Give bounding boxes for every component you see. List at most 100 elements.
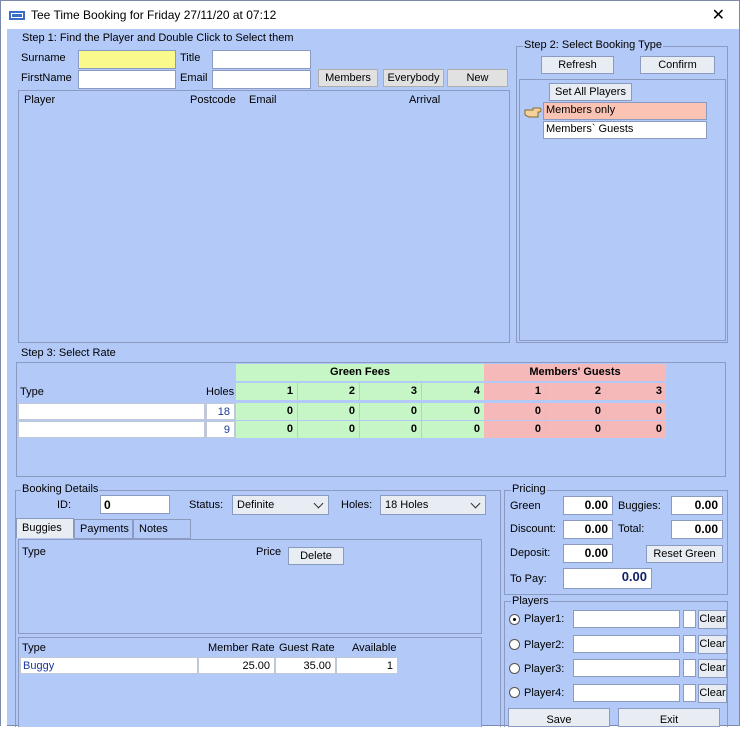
player3-label: Player3: [524, 663, 565, 675]
status-select[interactable]: Definite [232, 495, 329, 515]
left-window-edge [1, 29, 7, 727]
reset-green-button[interactable]: Reset Green [646, 545, 723, 563]
holes-select[interactable]: 18 Holes [380, 495, 486, 515]
player1-lookup[interactable] [683, 610, 696, 628]
rates-row-member-rate[interactable]: 25.00 [198, 657, 275, 674]
booking-type-members-guests[interactable]: Members` Guests [543, 121, 707, 139]
deposit-value[interactable]: 0.00 [563, 544, 613, 563]
player2-field[interactable] [573, 635, 680, 653]
player-list[interactable]: Player Postcode Email Arrival [18, 90, 510, 343]
green-label: Green [510, 500, 541, 512]
confirm-button[interactable]: Confirm [640, 56, 715, 74]
rate-row-type[interactable] [18, 403, 205, 420]
green-col-2: 2 [298, 383, 359, 400]
rate-green-4[interactable]: 0 [422, 403, 484, 420]
player1-clear-button[interactable]: Clear [698, 610, 727, 629]
surname-label: Surname [21, 52, 66, 64]
refresh-button[interactable]: Refresh [541, 56, 614, 74]
rate-green-2[interactable]: 0 [298, 421, 359, 438]
rates-guest-rate-header: Guest Rate [279, 642, 335, 654]
step1-legend: Step 1: Find the Player and Double Click… [22, 32, 294, 44]
player3-radio[interactable] [509, 663, 520, 674]
rate-green-1[interactable]: 0 [236, 403, 297, 420]
green-fees-header: Green Fees [236, 364, 484, 381]
col-arrival[interactable]: Arrival [409, 94, 440, 106]
holes-header: Holes [206, 386, 235, 398]
save-button[interactable]: Save [508, 708, 610, 727]
player1-field[interactable] [573, 610, 680, 628]
rates-row-available[interactable]: 1 [336, 657, 398, 674]
firstname-label: FirstName [21, 72, 72, 84]
green-col-4: 4 [422, 383, 484, 400]
buggy-bookings-list[interactable]: Type Price Delete [18, 539, 482, 634]
rate-green-4[interactable]: 0 [422, 421, 484, 438]
player2-label: Player2: [524, 639, 565, 651]
col-email[interactable]: Email [249, 94, 277, 106]
player2-lookup[interactable] [683, 635, 696, 653]
col-player[interactable]: Player [24, 94, 55, 106]
tab-notes[interactable]: Notes [133, 519, 191, 539]
player4-clear-button[interactable]: Clear [698, 684, 727, 703]
rate-guest-3[interactable]: 0 [606, 403, 666, 420]
new-button[interactable]: New [447, 69, 508, 87]
set-all-players-button[interactable]: Set All Players [549, 83, 632, 101]
status-value: Definite [237, 499, 275, 511]
rate-guest-2[interactable]: 0 [546, 421, 605, 438]
rate-guest-1[interactable]: 0 [484, 403, 545, 420]
title-input[interactable] [212, 50, 311, 69]
members-button[interactable]: Members [318, 69, 378, 87]
player4-field[interactable] [573, 684, 680, 702]
rate-row-holes[interactable]: 9 [206, 421, 235, 438]
player2-clear-button[interactable]: Clear [698, 635, 727, 654]
discount-value[interactable]: 0.00 [563, 520, 613, 539]
delete-button[interactable]: Delete [288, 547, 344, 565]
player4-radio[interactable] [509, 687, 520, 698]
title-label: Title [180, 52, 201, 64]
chevron-down-icon [313, 498, 324, 509]
total-label: Total: [618, 523, 645, 535]
exit-button[interactable]: Exit [618, 708, 720, 727]
chevron-down-icon [470, 498, 481, 509]
rate-guest-3[interactable]: 0 [606, 421, 666, 438]
booking-id-field[interactable]: 0 [100, 495, 170, 514]
rate-guest-2[interactable]: 0 [546, 403, 605, 420]
player3-field[interactable] [573, 659, 680, 677]
rate-green-3[interactable]: 0 [360, 403, 421, 420]
green-col-1: 1 [236, 383, 297, 400]
pricing-legend: Pricing [511, 483, 547, 495]
topay-value[interactable]: 0.00 [563, 568, 652, 589]
tab-payments[interactable]: Payments [74, 519, 133, 539]
rate-table: Green Fees Members' Guests Type Holes 1 … [16, 362, 726, 477]
green-col-3: 3 [360, 383, 421, 400]
firstname-input[interactable] [78, 70, 176, 89]
rate-guest-1[interactable]: 0 [484, 421, 545, 438]
player4-lookup[interactable] [683, 684, 696, 702]
tab-buggies[interactable]: Buggies [16, 518, 74, 538]
window-title: Tee Time Booking for Friday 27/11/20 at … [31, 8, 277, 22]
rate-green-2[interactable]: 0 [298, 403, 359, 420]
player2-radio[interactable] [509, 639, 520, 650]
rates-row-type[interactable]: Buggy [20, 657, 198, 674]
player3-lookup[interactable] [683, 659, 696, 677]
rate-green-1[interactable]: 0 [236, 421, 297, 438]
rate-green-3[interactable]: 0 [360, 421, 421, 438]
email-input[interactable] [212, 70, 311, 89]
col-postcode[interactable]: Postcode [190, 94, 236, 106]
everybody-button[interactable]: Everybody [383, 69, 444, 87]
close-icon[interactable]: ✕ [712, 5, 725, 25]
title-bar: Tee Time Booking for Friday 27/11/20 at … [1, 1, 739, 29]
booking-type-members-only[interactable]: Members only [543, 102, 707, 120]
player3-clear-button[interactable]: Clear [698, 659, 727, 678]
surname-input[interactable] [78, 50, 176, 69]
green-value[interactable]: 0.00 [563, 496, 613, 515]
buggies-value[interactable]: 0.00 [671, 496, 723, 515]
total-value[interactable]: 0.00 [671, 520, 723, 539]
deposit-label: Deposit: [510, 547, 551, 559]
player1-radio[interactable] [509, 614, 520, 625]
holes-value: 18 Holes [385, 499, 429, 511]
rate-row-type[interactable] [18, 421, 205, 438]
rate-row-holes[interactable]: 18 [206, 403, 235, 420]
rates-available-header: Available [352, 642, 397, 654]
rates-row-guest-rate[interactable]: 35.00 [275, 657, 336, 674]
buggies-label: Buggies: [618, 500, 661, 512]
